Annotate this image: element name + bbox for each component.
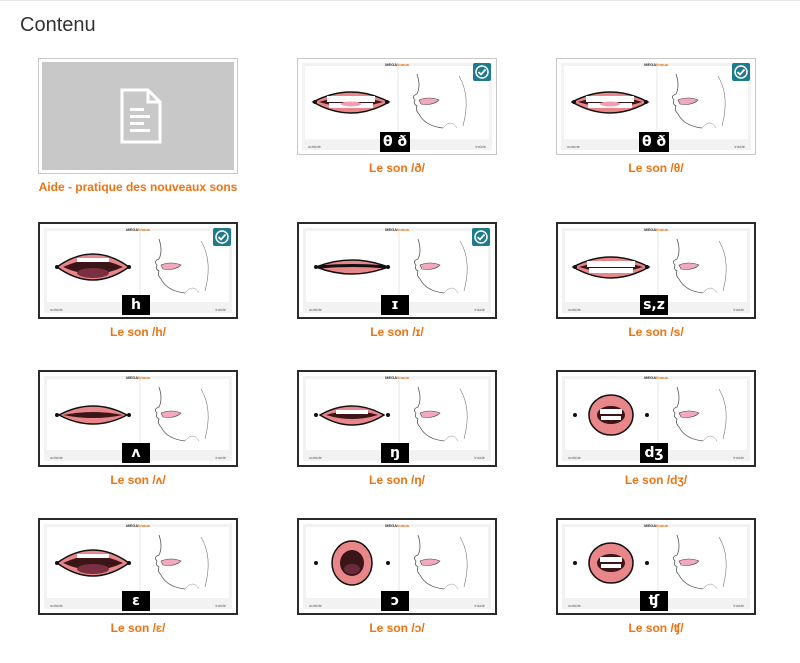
phonetic-symbol: ʌ [122,443,150,463]
outside-caption: outside [50,455,63,460]
outside-caption: outside [309,307,322,312]
sound-thumbnail[interactable]: MEGAlingua outside inside s,z [556,222,756,319]
completed-check-icon [472,228,490,246]
outside-caption: outside [568,455,581,460]
phonetic-symbol: θ ð [639,132,670,152]
inside-caption: inside [734,144,745,149]
outside-caption: outside [568,307,581,312]
thumbnail-background [42,62,234,170]
sound-thumbnail[interactable]: MEGAlingua outside inside ɛ [38,518,238,615]
card-title-link[interactable]: Le son /ɔ/ [297,621,497,635]
mouth-panel [306,379,398,450]
card-title-link[interactable]: Aide - pratique des nouveaux sons [38,180,238,194]
inside-caption: inside [474,455,485,460]
card-title-link[interactable]: Le son /ð/ [297,161,497,175]
sound-thumbnail[interactable]: MEGAlingua outside inside θ ð [297,58,497,155]
outside-caption: outside [308,144,321,149]
inside-caption: inside [474,603,485,608]
profile-panel [400,379,488,450]
profile-panel [400,527,488,598]
outside-caption: outside [567,144,580,149]
inside-caption: inside [474,307,485,312]
mouth-panel [306,231,398,302]
phonetic-symbol: dʒ [640,443,668,463]
mouth-panel [47,379,139,450]
card-title-link[interactable]: Le son /h/ [38,325,238,339]
phonetic-symbol: ɛ [122,591,150,611]
sound-thumbnail[interactable]: MEGAlingua outside inside dʒ [556,370,756,467]
inside-caption: inside [215,307,226,312]
profile-panel [659,231,747,302]
inside-caption: inside [215,603,226,608]
outside-caption: outside [50,307,63,312]
sound-thumbnail[interactable]: MEGAlingua outside inside h [38,222,238,319]
profile-panel [141,527,229,598]
profile-panel [659,379,747,450]
outside-caption: outside [568,603,581,608]
profile-panel [659,527,747,598]
completed-check-icon [732,63,750,81]
sound-thumbnail[interactable]: MEGAlingua outside inside θ ð [556,58,756,155]
phonetic-symbol: ʧ [640,591,668,611]
phonetic-symbol: ŋ [381,443,409,463]
mouth-panel [565,231,657,302]
sound-thumbnail[interactable]: MEGAlingua outside inside ʧ [556,518,756,615]
section-heading: Contenu [20,14,96,36]
card-title-link[interactable]: Le son /ɛ/ [38,621,238,635]
sound-thumbnail[interactable]: MEGAlingua outside inside ŋ [297,370,497,467]
inside-caption: inside [475,144,486,149]
profile-panel [141,379,229,450]
top-divider [0,0,800,1]
card-title-link[interactable]: Le son /dʒ/ [556,473,756,487]
document-icon [120,88,162,144]
sound-thumbnail[interactable]: MEGAlingua outside inside ɔ [297,518,497,615]
phonetic-symbol: ɪ [381,295,409,315]
completed-check-icon [473,63,491,81]
completed-check-icon [213,228,231,246]
card-title-link[interactable]: Le son /θ/ [556,161,756,175]
card-title-link[interactable]: Le son /ʧ/ [556,621,756,635]
inside-caption: inside [733,603,744,608]
outside-caption: outside [309,603,322,608]
phonetic-symbol: h [122,295,150,315]
inside-caption: inside [733,455,744,460]
inside-caption: inside [733,307,744,312]
phonetic-symbol: s,z [640,295,668,315]
sound-thumbnail[interactable]: MEGAlingua outside inside ʌ [38,370,238,467]
help-document-thumbnail[interactable] [38,58,238,174]
outside-caption: outside [309,455,322,460]
phonetic-symbol: ɔ [381,591,409,611]
phonetic-symbol: θ ð [380,132,411,152]
outside-caption: outside [50,603,63,608]
mouth-panel [565,527,657,598]
card-title-link[interactable]: Le son /ŋ/ [297,473,497,487]
mouth-panel [565,379,657,450]
mouth-panel [47,527,139,598]
sound-thumbnail[interactable]: MEGAlingua outside inside ɪ [297,222,497,319]
mouth-panel [305,66,397,139]
card-title-link[interactable]: Le son /s/ [556,325,756,339]
mouth-panel [47,231,139,302]
card-title-link[interactable]: Le son /ɪ/ [297,325,497,339]
inside-caption: inside [215,455,226,460]
mouth-panel [306,527,398,598]
card-title-link[interactable]: Le son /ʌ/ [38,473,238,487]
mouth-panel [564,66,656,139]
